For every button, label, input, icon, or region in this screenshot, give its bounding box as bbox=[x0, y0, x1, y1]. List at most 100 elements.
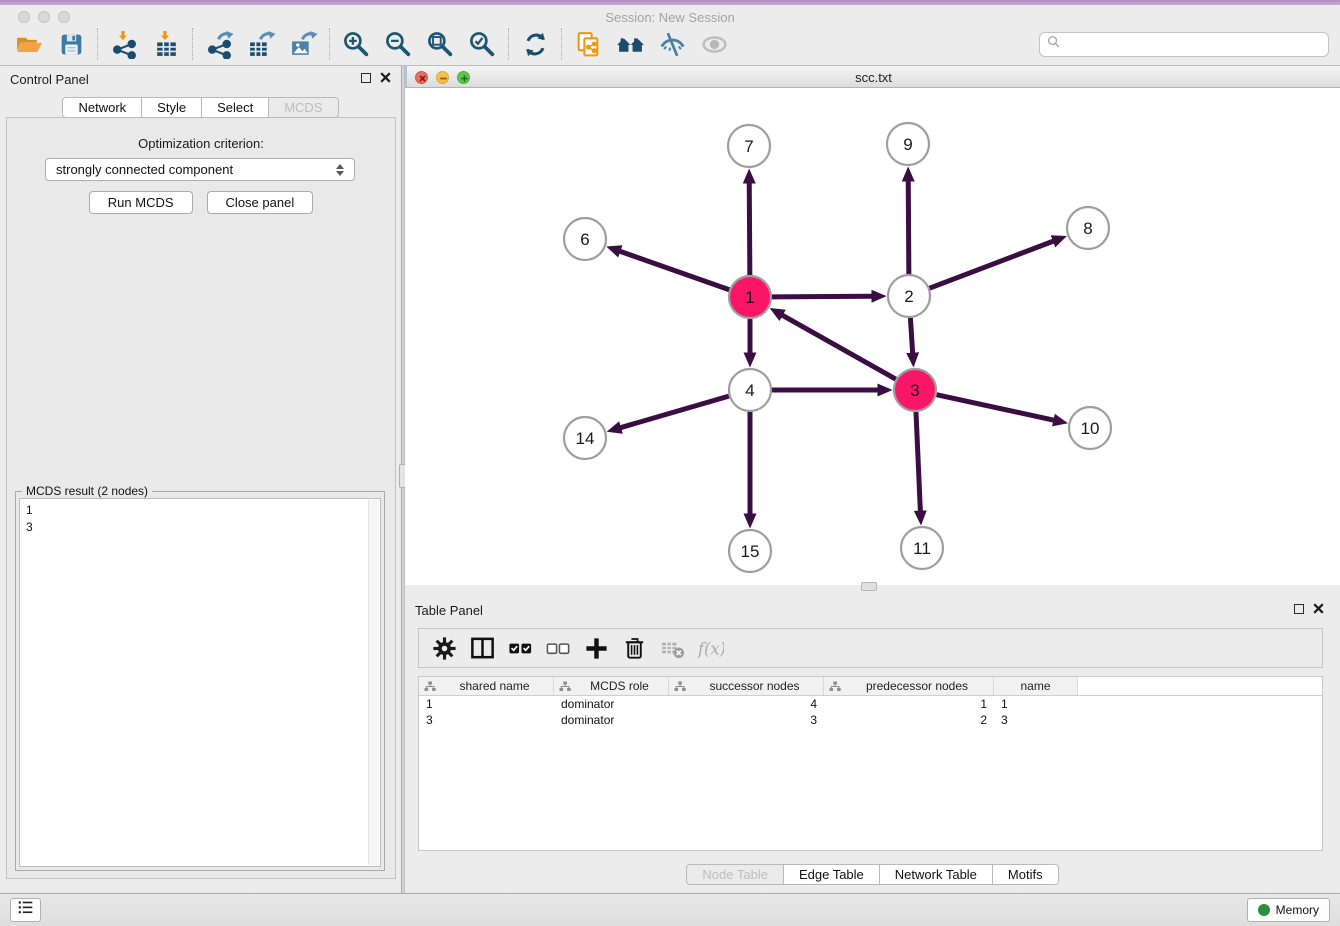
close-table-panel-icon[interactable] bbox=[1313, 603, 1324, 614]
graph-node-2[interactable]: 2 bbox=[888, 275, 930, 317]
delete-column-button[interactable] bbox=[617, 631, 651, 665]
status-bar: Memory bbox=[0, 893, 1340, 926]
show-column-selector-button[interactable] bbox=[465, 631, 499, 665]
hide-panels-button[interactable] bbox=[651, 25, 693, 63]
search-box[interactable] bbox=[1039, 32, 1329, 57]
titlebar[interactable]: Session: New Session bbox=[0, 5, 1340, 23]
function-builder-button: f(x) bbox=[693, 631, 727, 665]
tab-node-table[interactable]: Node Table bbox=[686, 864, 784, 885]
graph-edge-1-6[interactable] bbox=[620, 251, 729, 289]
select-all-button[interactable] bbox=[503, 631, 537, 665]
column-header-MCDS-role[interactable]: MCDS role bbox=[554, 677, 669, 695]
import-network-button[interactable] bbox=[103, 25, 145, 63]
memory-button[interactable]: Memory bbox=[1247, 898, 1330, 922]
graph-node-7[interactable]: 7 bbox=[728, 125, 770, 167]
save-session-button[interactable] bbox=[50, 25, 92, 63]
tab-mcds[interactable]: MCDS bbox=[269, 97, 338, 118]
table-panel: Table Panel f(x) shared nameMCDS rolesuc… bbox=[405, 597, 1340, 893]
table-row[interactable]: 3dominator323 bbox=[419, 712, 1322, 728]
toolbar-separator bbox=[192, 28, 193, 60]
table-splitter[interactable] bbox=[405, 585, 1340, 597]
table-cell[interactable]: 3 bbox=[669, 712, 824, 728]
graph-node-6[interactable]: 6 bbox=[564, 218, 606, 260]
graph-node-10[interactable]: 10 bbox=[1069, 407, 1111, 449]
graph-edge-3-10[interactable] bbox=[936, 395, 1053, 420]
graph-edge-2-8[interactable] bbox=[930, 241, 1054, 288]
graph-edge-3-1[interactable] bbox=[782, 315, 896, 379]
control-panel-title: Control Panel bbox=[10, 72, 89, 87]
list-icon bbox=[16, 898, 35, 922]
tab-network-table[interactable]: Network Table bbox=[880, 864, 993, 885]
tab-style[interactable]: Style bbox=[142, 97, 202, 118]
result-scrollbar[interactable] bbox=[368, 500, 379, 865]
node-table[interactable]: shared nameMCDS rolesuccessor nodesprede… bbox=[418, 676, 1323, 851]
table-options-button[interactable] bbox=[427, 631, 461, 665]
graph-node-3[interactable]: 3 bbox=[894, 369, 936, 411]
graph-node-8[interactable]: 8 bbox=[1067, 207, 1109, 249]
zoom-fit-button[interactable] bbox=[419, 25, 461, 63]
table-cell[interactable]: 2 bbox=[824, 712, 994, 728]
graph-node-15[interactable]: 15 bbox=[729, 530, 771, 572]
graph-node-4[interactable]: 4 bbox=[729, 369, 771, 411]
plus-icon bbox=[583, 635, 610, 662]
export-image-button[interactable] bbox=[282, 25, 324, 63]
zoom-in-button[interactable] bbox=[335, 25, 377, 63]
tab-edge-table[interactable]: Edge Table bbox=[784, 864, 880, 885]
float-panel-icon[interactable] bbox=[361, 73, 371, 83]
network-canvas[interactable]: 7 9 6 8 1 2 4 3 14 10 15 11 bbox=[405, 88, 1340, 585]
tab-network[interactable]: Network bbox=[62, 97, 142, 118]
close-panel-icon[interactable] bbox=[380, 72, 391, 83]
column-header-predecessor-nodes[interactable]: predecessor nodes bbox=[824, 677, 994, 695]
graph-node-11[interactable]: 11 bbox=[901, 527, 943, 569]
table-panel-title: Table Panel bbox=[415, 603, 483, 618]
run-mcds-button[interactable]: Run MCDS bbox=[89, 191, 193, 214]
float-table-panel-icon[interactable] bbox=[1294, 604, 1304, 614]
open-session-button[interactable] bbox=[8, 25, 50, 63]
table-cell[interactable]: 1 bbox=[824, 696, 994, 712]
table-cell[interactable]: dominator bbox=[554, 696, 669, 712]
table-cell[interactable]: dominator bbox=[554, 712, 669, 728]
graph-edge-4-14[interactable] bbox=[621, 396, 729, 428]
graph-node-1[interactable]: 1 bbox=[729, 276, 771, 318]
fx-icon: f(x) bbox=[697, 635, 724, 662]
export-network-button[interactable] bbox=[198, 25, 240, 63]
graph-node-9[interactable]: 9 bbox=[887, 123, 929, 165]
search-input[interactable] bbox=[1066, 37, 1322, 52]
main-toolbar bbox=[0, 23, 1340, 66]
import-table-button[interactable] bbox=[145, 25, 187, 63]
graph-node-label: 3 bbox=[910, 381, 919, 400]
graph-node-14[interactable]: 14 bbox=[564, 417, 606, 459]
graph-edge-1-7[interactable] bbox=[749, 183, 750, 275]
table-cell[interactable]: 1 bbox=[419, 696, 554, 712]
table-cell[interactable]: 3 bbox=[994, 712, 1078, 728]
table-cell[interactable]: 1 bbox=[994, 696, 1078, 712]
export-table-button[interactable] bbox=[240, 25, 282, 63]
criterion-select[interactable]: strongly connected component bbox=[45, 158, 355, 181]
table-cell[interactable]: 4 bbox=[669, 696, 824, 712]
docs-share-icon bbox=[574, 30, 603, 59]
show-hide-panels-button[interactable] bbox=[10, 898, 41, 922]
create-column-button[interactable] bbox=[579, 631, 613, 665]
mcds-result-text[interactable]: 1 3 bbox=[19, 498, 381, 867]
graph-edge-1-2[interactable] bbox=[772, 296, 872, 297]
tab-motifs[interactable]: Motifs bbox=[993, 864, 1059, 885]
close-panel-button[interactable]: Close panel bbox=[207, 191, 314, 214]
tab-select[interactable]: Select bbox=[202, 97, 269, 118]
deselect-all-button[interactable] bbox=[541, 631, 575, 665]
show-panels-button[interactable] bbox=[693, 25, 735, 63]
graph-edge-2-3[interactable] bbox=[910, 318, 912, 353]
table-splitter-handle[interactable] bbox=[861, 582, 877, 591]
column-header-name[interactable]: name bbox=[994, 677, 1078, 695]
apply-preferred-layout-button[interactable] bbox=[514, 25, 556, 63]
column-header-shared-name[interactable]: shared name bbox=[419, 677, 554, 695]
network-overview-button[interactable] bbox=[567, 25, 609, 63]
table-row[interactable]: 1dominator411 bbox=[419, 696, 1322, 712]
zoom-out-button[interactable] bbox=[377, 25, 419, 63]
zoom-selected-button[interactable] bbox=[461, 25, 503, 63]
graph-edge-3-11[interactable] bbox=[916, 412, 920, 511]
open-home-button[interactable] bbox=[609, 25, 651, 63]
table-cell[interactable]: 3 bbox=[419, 712, 554, 728]
network-window-titlebar[interactable]: scc.txt bbox=[405, 66, 1340, 88]
column-header-successor-nodes[interactable]: successor nodes bbox=[669, 677, 824, 695]
graph-edge-2-9[interactable] bbox=[908, 181, 909, 274]
